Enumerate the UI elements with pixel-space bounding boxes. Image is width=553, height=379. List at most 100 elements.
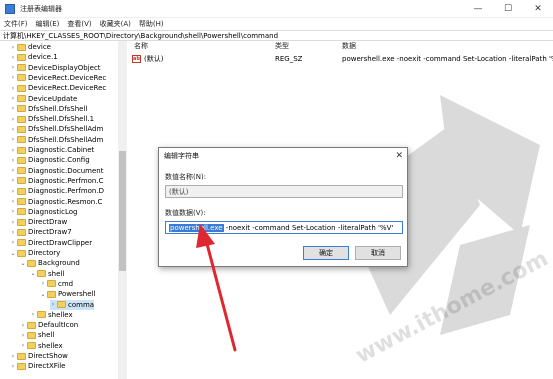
tree-item[interactable]: ⌄ shell — [30, 269, 64, 279]
tree-item[interactable]: › Diagnostic.Perfmon.D — [10, 186, 104, 196]
value-data-field[interactable]: powershell.exe -noexit -command Set-Loca… — [165, 221, 403, 234]
expand-right-icon[interactable]: › — [10, 198, 16, 205]
tree-item[interactable]: › DefaultIcon — [20, 320, 78, 330]
tree-item[interactable]: › DirectDraw — [10, 217, 67, 227]
cancel-button[interactable]: 取消 — [355, 246, 401, 260]
folder-icon — [17, 64, 26, 72]
tree-item[interactable]: › Diagnostic.Resmon.C — [10, 197, 103, 207]
expand-right-icon[interactable]: › — [10, 147, 16, 154]
expand-right-icon[interactable]: › — [20, 342, 26, 349]
tree-item[interactable]: › shell — [20, 330, 54, 340]
tree-item[interactable]: › DirectXFile — [10, 361, 66, 371]
tree-item-label: DirectShow — [28, 352, 68, 360]
tree-item[interactable]: › Diagnostic.Cabinet — [10, 145, 94, 155]
registry-tree: › device › device.1 › DeviceDisplayObject › Dev… — [0, 41, 127, 379]
minimize-button[interactable]: — — [463, 0, 493, 18]
expand-down-icon[interactable]: ⌄ — [40, 291, 46, 298]
value-row-name[interactable]: ab (默认) — [132, 54, 163, 64]
value-data-label: 数值数据(V): — [165, 209, 206, 217]
tree-item[interactable]: › device — [10, 42, 51, 52]
tree-item[interactable]: › DirectShow — [10, 351, 68, 361]
folder-icon — [17, 95, 26, 102]
expand-right-icon[interactable]: › — [50, 301, 56, 308]
expand-right-icon[interactable]: › — [10, 116, 16, 123]
tree-item[interactable]: › DeviceRect.DeviceRec — [10, 83, 106, 93]
tree-item[interactable]: › cmd — [40, 279, 73, 289]
expand-right-icon[interactable]: › — [10, 229, 16, 236]
tree-item[interactable]: › DeviceUpdate — [10, 94, 78, 104]
expand-right-icon[interactable]: › — [10, 188, 16, 195]
folder-icon — [27, 331, 36, 339]
tree-item[interactable]: › DfsShell.DfsShell.1 — [10, 114, 94, 124]
expand-right-icon[interactable]: › — [10, 105, 16, 112]
dialog-close-icon[interactable]: ✕ — [395, 151, 403, 161]
expand-right-icon[interactable]: › — [10, 54, 16, 61]
tree-item[interactable]: › Diagnostic.Document — [10, 166, 104, 176]
tree-scrollbar-thumb[interactable] — [119, 151, 126, 271]
expand-right-icon[interactable]: › — [20, 322, 26, 329]
tree-item[interactable]: › DiagnosticLog — [10, 207, 78, 217]
tree-item[interactable]: › DfsShell.DfsShellAdm — [10, 124, 104, 134]
expand-right-icon[interactable]: › — [20, 332, 26, 339]
tree-item[interactable]: › DfsShell.DfsShellAdm — [10, 135, 104, 145]
expand-right-icon[interactable]: › — [10, 239, 16, 246]
address-bar[interactable]: 计算机\HKEY_CLASSES_ROOT\Directory\Backgrou… — [0, 30, 553, 41]
menu-view[interactable]: 查看(V) — [63, 19, 95, 29]
expand-right-icon[interactable]: › — [10, 74, 16, 81]
close-button[interactable]: ✕ — [523, 0, 553, 18]
expand-right-icon[interactable]: › — [10, 157, 16, 164]
tree-item[interactable]: › DeviceRect.DeviceRec — [10, 73, 106, 83]
tree-item[interactable]: › DfsShell.DfsShell — [10, 104, 88, 114]
expand-right-icon[interactable]: › — [10, 353, 16, 360]
tree-item[interactable]: › shellex — [30, 310, 73, 320]
tree-item[interactable]: › Diagnostic.Perfmon.C — [10, 176, 104, 186]
column-header-data[interactable]: 数据 — [342, 41, 356, 51]
menu-bar: 文件(F) 编辑(E) 查看(V) 收藏夹(A) 帮助(H) — [0, 18, 553, 30]
folder-icon — [17, 84, 26, 92]
tree-item[interactable]: › comma — [50, 299, 95, 310]
menu-edit[interactable]: 编辑(E) — [32, 19, 64, 29]
tree-item-label: Diagnostic.Perfmon.D — [28, 187, 104, 196]
tree-item-label: DeviceRect.DeviceRec — [28, 84, 107, 93]
expand-right-icon[interactable]: › — [10, 363, 16, 370]
tree-scrollbar[interactable] — [118, 41, 127, 379]
expand-right-icon[interactable]: › — [40, 280, 46, 287]
folder-icon — [27, 259, 36, 267]
title-bar: 注册表编辑器 — ☐ ✕ — [0, 0, 553, 18]
ok-button[interactable]: 确定 — [303, 246, 349, 260]
tree-item[interactable]: ⌄ Directory — [10, 248, 60, 258]
tree-item[interactable]: › DirectDraw7 — [10, 227, 72, 237]
menu-favorites[interactable]: 收藏夹(A) — [96, 19, 135, 29]
expand-right-icon[interactable]: › — [10, 95, 16, 102]
tree-item[interactable]: › Diagnostic.Config — [10, 155, 90, 165]
tree-item[interactable]: ⌄ Powershell — [40, 289, 95, 299]
tree-item-label: DfsShell.DfsShellAdm — [28, 135, 104, 144]
tree-item[interactable]: › DeviceDisplayObject — [10, 63, 101, 73]
tree-item-label: DeviceDisplayObject — [28, 63, 101, 72]
column-header-name[interactable]: 名称 — [134, 41, 148, 51]
expand-down-icon[interactable]: ⌄ — [30, 270, 36, 277]
expand-right-icon[interactable]: › — [10, 126, 16, 133]
expand-right-icon[interactable]: › — [10, 136, 16, 143]
folder-icon — [17, 105, 26, 113]
expand-right-icon[interactable]: › — [10, 177, 16, 184]
expand-down-icon[interactable]: ⌄ — [20, 260, 26, 267]
expand-right-icon[interactable]: › — [30, 311, 36, 318]
tree-item[interactable]: › shellex — [20, 341, 63, 351]
column-header-type[interactable]: 类型 — [275, 41, 289, 51]
expand-right-icon[interactable]: › — [10, 167, 16, 174]
expand-down-icon[interactable]: ⌄ — [10, 250, 16, 257]
menu-file[interactable]: 文件(F) — [0, 19, 32, 29]
menu-help[interactable]: 帮助(H) — [135, 19, 168, 29]
tree-item[interactable]: ⌄ Background — [20, 258, 79, 268]
expand-right-icon[interactable]: › — [10, 64, 16, 71]
tree-item[interactable]: › DirectDrawClipper — [10, 238, 92, 248]
tree-item[interactable]: › device.1 — [10, 52, 58, 62]
tree-item-label: shell — [48, 269, 65, 278]
maximize-button[interactable]: ☐ — [493, 0, 523, 18]
expand-right-icon[interactable]: › — [10, 219, 16, 226]
expand-right-icon[interactable]: › — [10, 44, 16, 51]
tree-item-label: DefaultIcon — [38, 321, 79, 330]
expand-right-icon[interactable]: › — [10, 208, 16, 215]
expand-right-icon[interactable]: › — [10, 85, 16, 92]
